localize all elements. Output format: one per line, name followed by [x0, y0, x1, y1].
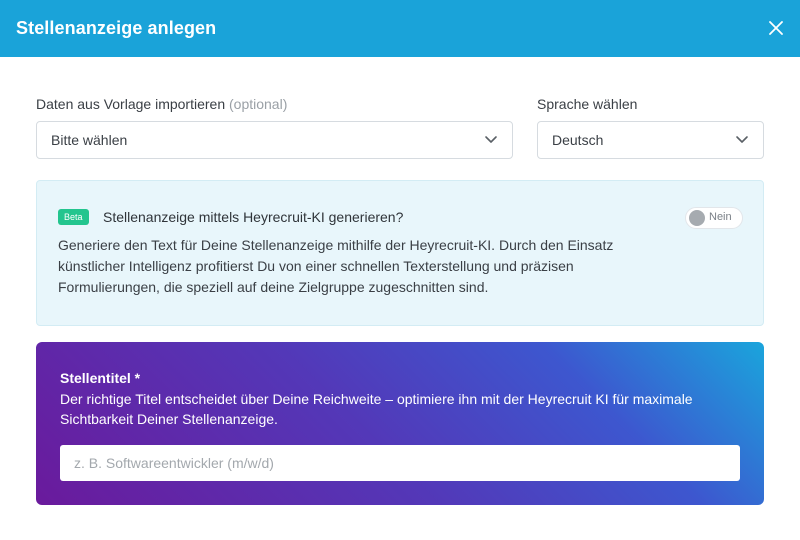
chevron-down-icon	[485, 136, 497, 143]
template-label-text: Daten aus Vorlage importieren	[36, 96, 226, 112]
template-select[interactable]: Bitte wählen	[36, 121, 513, 159]
optional-hint: (optional)	[229, 96, 288, 112]
modal-title: Stellenanzeige anlegen	[16, 18, 217, 38]
ai-toggle-switch[interactable]: Nein	[685, 207, 743, 229]
job-title-input[interactable]	[60, 445, 740, 481]
ai-generation-panel: Beta Stellenanzeige mittels Heyrecruit-K…	[36, 180, 764, 326]
job-title-label: Stellentitel *	[60, 370, 141, 386]
ai-panel-description: Generiere den Text für Deine Stellenanze…	[58, 237, 614, 295]
language-select-value: Deutsch	[552, 132, 604, 148]
modal-header: Stellenanzeige anlegen	[0, 0, 800, 57]
language-select[interactable]: Deutsch	[537, 121, 764, 159]
template-field-label: Daten aus Vorlage importieren (optional)	[36, 96, 287, 112]
language-field-label: Sprache wählen	[537, 96, 638, 112]
ai-panel-title: Stellenanzeige mittels Heyrecruit-KI gen…	[103, 209, 404, 225]
toggle-knob	[689, 210, 705, 226]
close-button[interactable]	[766, 18, 786, 38]
template-select-value: Bitte wählen	[51, 132, 128, 148]
job-title-description: Der richtige Titel entscheidet über Dein…	[60, 391, 693, 427]
job-title-panel: Stellentitel * Der richtige Titel entsch…	[36, 342, 764, 505]
close-icon	[769, 21, 783, 35]
chevron-down-icon	[736, 136, 748, 143]
toggle-label: Nein	[709, 211, 732, 223]
beta-badge: Beta	[58, 209, 89, 225]
